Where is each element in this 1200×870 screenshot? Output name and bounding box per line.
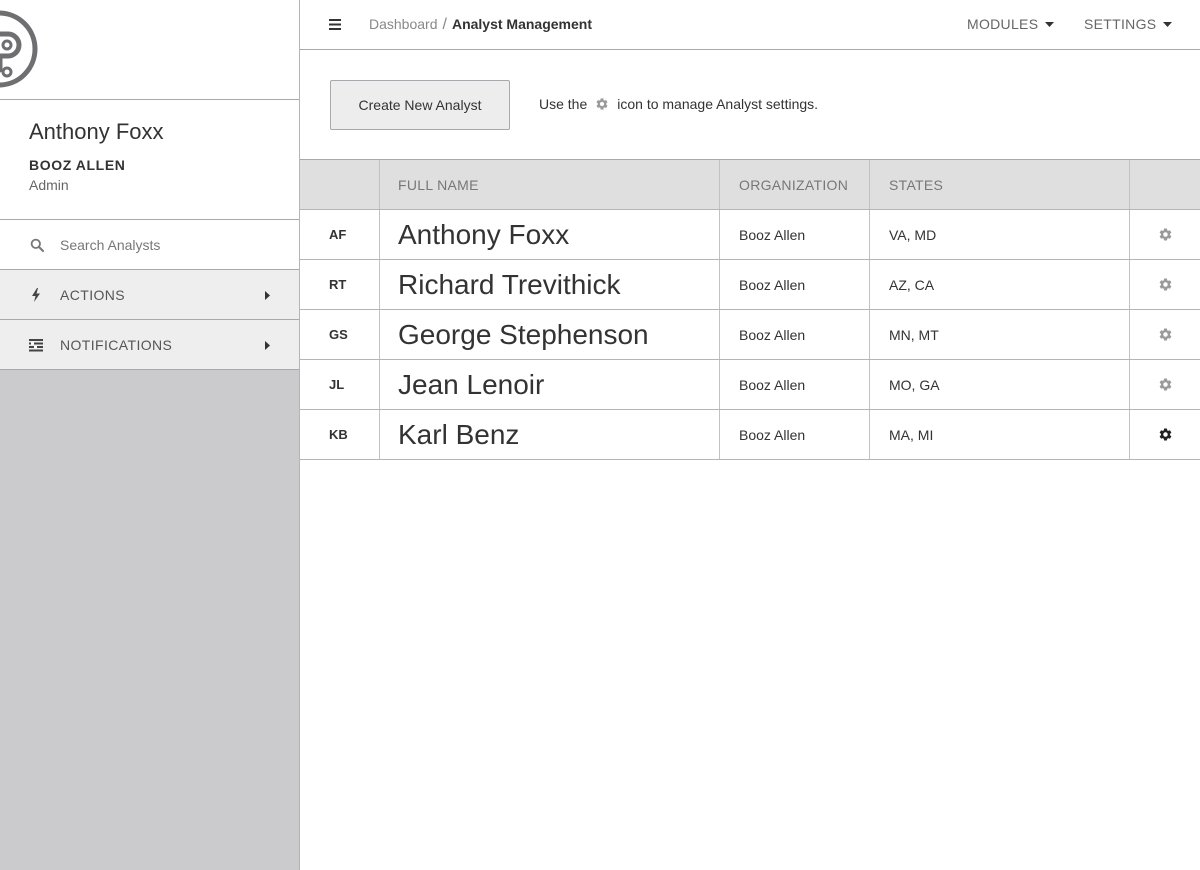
analysts-table: FULL NAME ORGANIZATION STATES AF Anthony … — [300, 159, 1200, 460]
analyst-organization: Booz Allen — [720, 210, 870, 259]
column-header-organization[interactable]: ORGANIZATION — [720, 160, 870, 209]
hamburger-menu-icon[interactable] — [329, 19, 341, 30]
analyst-settings-cell — [1130, 410, 1200, 459]
analyst-states: MA, MI — [870, 410, 1130, 459]
list-icon — [29, 338, 43, 351]
table-row[interactable]: AF Anthony Foxx Booz Allen VA, MD — [300, 210, 1200, 260]
create-new-analyst-button[interactable]: Create New Analyst — [330, 80, 510, 130]
search-analysts — [0, 220, 299, 270]
breadcrumb-separator: / — [442, 16, 447, 33]
analyst-initials: RT — [300, 260, 380, 309]
analyst-full-name: Karl Benz — [380, 410, 720, 459]
profile-role: Admin — [29, 177, 69, 193]
breadcrumb-current: Analyst Management — [451, 16, 592, 32]
analyst-initials: KB — [300, 410, 380, 459]
caret-right-icon — [265, 341, 270, 350]
analyst-organization: Booz Allen — [720, 310, 870, 359]
analyst-settings-cell — [1130, 310, 1200, 359]
modules-menu[interactable]: MODULES — [967, 16, 1055, 32]
sidebar-item-label: NOTIFICATIONS — [60, 336, 173, 353]
analyst-initials: GS — [300, 310, 380, 359]
hint-text-before: Use the — [539, 96, 588, 112]
settings-menu-label: SETTINGS — [1084, 16, 1157, 32]
gear-icon[interactable] — [1158, 427, 1173, 442]
logo-area — [0, 0, 299, 100]
analyst-organization: Booz Allen — [720, 410, 870, 459]
gear-icon[interactable] — [1158, 227, 1173, 242]
caret-right-icon — [265, 291, 270, 300]
analyst-name-text: George Stephenson — [398, 318, 649, 350]
gear-icon — [596, 98, 608, 110]
table-row[interactable]: JL Jean Lenoir Booz Allen MO, GA — [300, 360, 1200, 410]
column-header-full-name[interactable]: FULL NAME — [380, 160, 720, 209]
gear-icon[interactable] — [1158, 377, 1173, 392]
search-input[interactable] — [60, 236, 280, 253]
bolt-icon — [32, 287, 40, 302]
analyst-states: MO, GA — [870, 360, 1130, 409]
analyst-full-name: Richard Trevithick — [380, 260, 720, 309]
analyst-states: MN, MT — [870, 310, 1130, 359]
analyst-settings-cell — [1130, 360, 1200, 409]
analyst-states: AZ, CA — [870, 260, 1130, 309]
table-row[interactable]: GS George Stephenson Booz Allen MN, MT — [300, 310, 1200, 360]
column-header-actions — [1130, 160, 1200, 209]
settings-menu[interactable]: SETTINGS — [1084, 16, 1173, 32]
analyst-full-name: George Stephenson — [380, 310, 720, 359]
column-header-initials — [300, 160, 380, 209]
sidebar-item-label: ACTIONS — [60, 286, 126, 303]
analyst-name-text: Jean Lenoir — [398, 368, 545, 400]
user-profile: Anthony Foxx BOOZ ALLEN Admin — [0, 100, 299, 220]
hint-text-after: icon to manage Analyst settings. — [617, 96, 819, 112]
sidebar-item-actions[interactable]: ACTIONS — [0, 270, 299, 320]
table-body: AF Anthony Foxx Booz Allen VA, MD RT Richard … — [300, 210, 1200, 460]
search-icon — [30, 238, 44, 252]
table-row[interactable]: KB Karl Benz Booz Allen MA, MI — [300, 410, 1200, 460]
table-header-row: FULL NAME ORGANIZATION STATES — [300, 160, 1200, 210]
breadcrumb: Dashboard / Analyst Management — [369, 16, 592, 34]
breadcrumb-dashboard-link[interactable]: Dashboard — [369, 16, 438, 32]
analyst-name-text: Richard Trevithick — [398, 268, 621, 300]
gear-icon[interactable] — [1158, 277, 1173, 292]
analyst-initials: AF — [300, 210, 380, 259]
analyst-settings-cell — [1130, 260, 1200, 309]
analyst-initials: JL — [300, 360, 380, 409]
analyst-name-text: Karl Benz — [398, 418, 520, 450]
caret-down-icon — [1045, 21, 1055, 27]
sidebar-item-notifications[interactable]: NOTIFICATIONS — [0, 320, 299, 370]
analyst-full-name: Jean Lenoir — [380, 360, 720, 409]
gear-hint: Use the icon to manage Analyst settings. — [539, 96, 818, 112]
analyst-full-name: Anthony Foxx — [380, 210, 720, 259]
sidebar: Anthony Foxx BOOZ ALLEN Admin ACTIONS NO… — [0, 0, 300, 870]
analyst-name-text: Anthony Foxx — [398, 218, 570, 250]
analyst-states: VA, MD — [870, 210, 1130, 259]
logo-icon[interactable] — [0, 0, 40, 100]
profile-organization: BOOZ ALLEN — [29, 157, 126, 173]
modules-menu-label: MODULES — [967, 16, 1039, 32]
table-row[interactable]: RT Richard Trevithick Booz Allen AZ, CA — [300, 260, 1200, 310]
analyst-settings-cell — [1130, 210, 1200, 259]
caret-down-icon — [1163, 21, 1173, 27]
column-header-states[interactable]: STATES — [870, 160, 1130, 209]
analyst-organization: Booz Allen — [720, 360, 870, 409]
analyst-organization: Booz Allen — [720, 260, 870, 309]
gear-icon[interactable] — [1158, 327, 1173, 342]
profile-name: Anthony Foxx — [29, 119, 164, 144]
top-bar: Dashboard / Analyst Management MODULES S… — [300, 0, 1200, 50]
